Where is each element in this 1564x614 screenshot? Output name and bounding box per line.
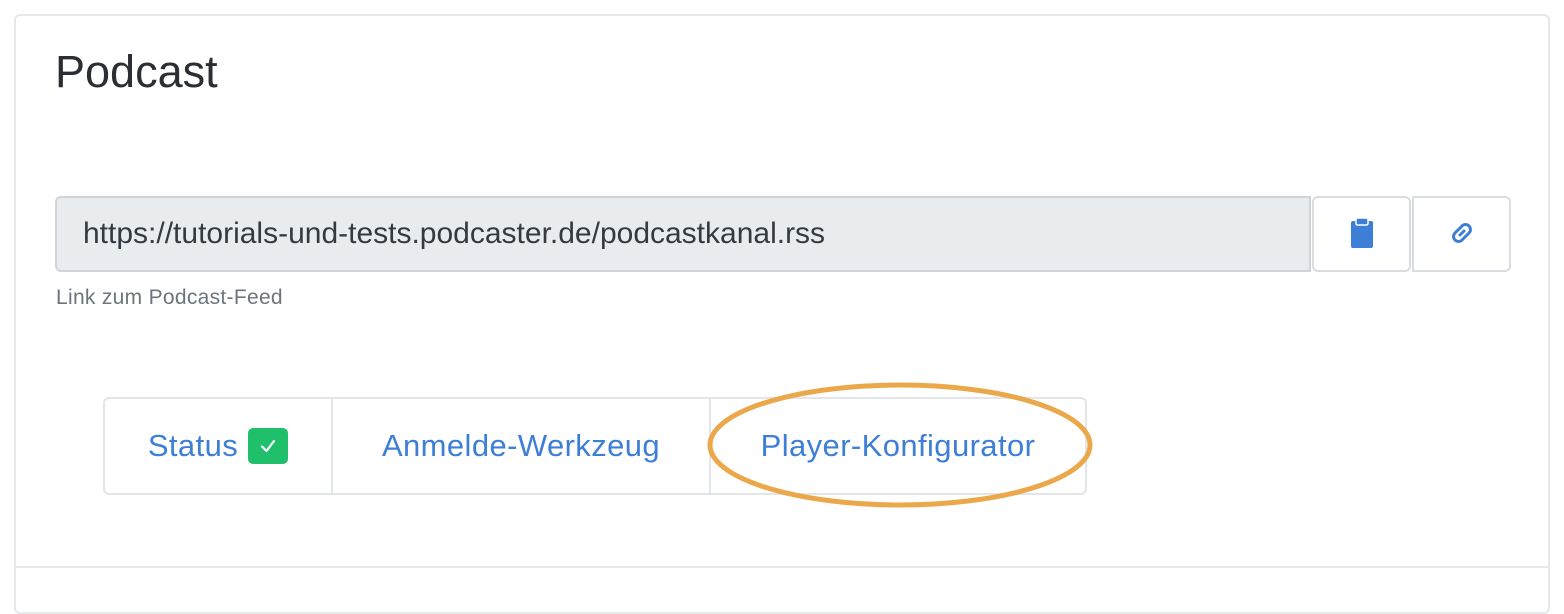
tab-player-konfigurator[interactable]: Player-Konfigurator	[711, 399, 1085, 493]
tab-player-konfigurator-label: Player-Konfigurator	[760, 428, 1036, 463]
podcast-card	[14, 14, 1550, 614]
open-link-button[interactable]	[1412, 196, 1511, 272]
feed-help-text: Link zum Podcast-Feed	[56, 286, 283, 309]
card-divider	[14, 566, 1550, 568]
clipboard-icon	[1350, 216, 1374, 252]
tab-anmelde-werkzeug-label: Anmelde-Werkzeug	[381, 428, 661, 463]
copy-url-button[interactable]	[1312, 196, 1411, 272]
feed-url-input[interactable]	[55, 196, 1311, 272]
tab-status-label: Status	[147, 428, 239, 463]
tab-status[interactable]: Status	[105, 399, 333, 493]
tab-anmelde-werkzeug[interactable]: Anmelde-Werkzeug	[333, 399, 711, 493]
check-icon	[248, 428, 289, 464]
panel-title: Podcast	[55, 46, 218, 97]
link-icon	[1448, 219, 1476, 250]
tab-bar: Status Anmelde-Werkzeug Player-Konfigura…	[103, 397, 1087, 495]
